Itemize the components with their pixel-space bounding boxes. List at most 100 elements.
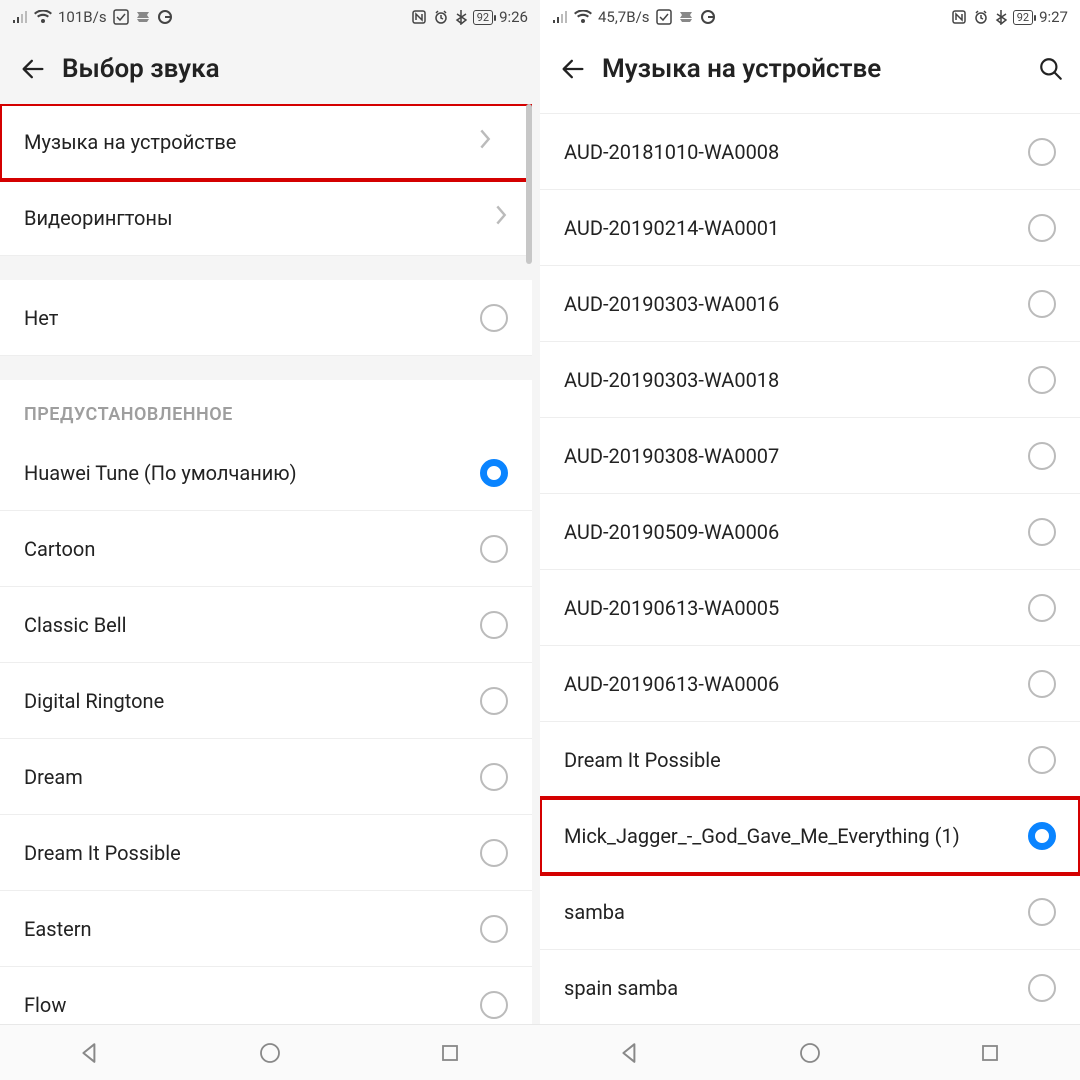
track-row[interactable]: AUD-20190613-WA0006 <box>540 646 1080 722</box>
alarm-icon <box>973 9 989 25</box>
row-label: AUD-20190613-WA0005 <box>564 596 1028 620</box>
section-gap <box>0 256 532 280</box>
radio-unselected[interactable] <box>480 763 508 791</box>
track-row[interactable]: AUD-20190303-WA0016 <box>540 266 1080 342</box>
app-bar: Музыка на устройстве <box>540 34 1080 104</box>
battery-icon: 92 <box>473 10 493 25</box>
radio-unselected[interactable] <box>480 687 508 715</box>
track-row[interactable]: AUD-20181010-WA0008 <box>540 114 1080 190</box>
row-none[interactable]: Нет <box>0 280 532 356</box>
net-speed: 45,7B/s <box>598 8 650 26</box>
radio-unselected[interactable] <box>480 611 508 639</box>
back-button[interactable] <box>556 52 590 86</box>
nav-recent-button[interactable] <box>975 1038 1005 1068</box>
nav-back-button[interactable] <box>75 1038 105 1068</box>
preset-row[interactable]: Huawei Tune (По умолчанию) <box>0 435 532 511</box>
nav-recent-button[interactable] <box>435 1038 465 1068</box>
nav-back-button[interactable] <box>615 1038 645 1068</box>
signal-icon <box>12 10 28 24</box>
nav-home-button[interactable] <box>795 1038 825 1068</box>
radio-unselected[interactable] <box>480 535 508 563</box>
nav-home-button[interactable] <box>255 1038 285 1068</box>
preset-row[interactable]: Cartoon <box>0 511 532 587</box>
preset-row[interactable]: Digital Ringtone <box>0 663 532 739</box>
app-bar: Выбор звука <box>0 34 540 104</box>
track-row[interactable]: spain samba <box>540 950 1080 1024</box>
preset-row[interactable]: Eastern <box>0 891 532 967</box>
row-label: AUD-20190308-WA0007 <box>564 444 1028 468</box>
scrollbar[interactable] <box>526 104 532 1024</box>
preset-row[interactable]: Dream <box>0 739 532 815</box>
radio-unselected[interactable] <box>480 839 508 867</box>
track-row[interactable]: Mick_Jagger_-_God_Gave_Me_Everything (1) <box>540 798 1080 874</box>
search-button[interactable] <box>1034 52 1068 86</box>
phone-left: 101B/s 92 9:26 Выбор звука Музыка на уст… <box>0 0 540 1080</box>
wifi-icon <box>34 10 52 24</box>
row-label: spain samba <box>564 976 1028 1000</box>
radio-unselected[interactable] <box>1028 898 1056 926</box>
section-header-presets: ПРЕДУСТАНОВЛЕННОЕ <box>0 380 532 435</box>
list-top-edge <box>540 104 1080 114</box>
app-icon-1 <box>656 9 672 25</box>
row-label: Dream It Possible <box>564 748 1028 772</box>
row-label: Classic Bell <box>24 613 480 637</box>
radio-unselected[interactable] <box>480 991 508 1019</box>
battery-icon: 92 <box>1013 10 1033 25</box>
preset-row[interactable]: Classic Bell <box>0 587 532 663</box>
app-icon-1 <box>113 9 129 25</box>
status-bar: 45,7B/s 92 9:27 <box>540 0 1080 34</box>
scrollbar-thumb[interactable] <box>526 104 532 264</box>
radio-unselected[interactable] <box>1028 594 1056 622</box>
wifi-icon <box>574 10 592 24</box>
section-gap <box>0 356 532 380</box>
radio-unselected[interactable] <box>1028 214 1056 242</box>
radio-unselected[interactable] <box>1028 442 1056 470</box>
radio-unselected[interactable] <box>1028 518 1056 546</box>
radio-selected[interactable] <box>1028 822 1056 850</box>
radio-unselected[interactable] <box>480 915 508 943</box>
chevron-right-icon <box>494 204 508 231</box>
radio-unselected[interactable] <box>1028 290 1056 318</box>
radio-unselected[interactable] <box>1028 366 1056 394</box>
row-label: samba <box>564 900 1028 924</box>
preset-row[interactable]: Flow <box>0 967 532 1024</box>
track-row[interactable]: AUD-20190509-WA0006 <box>540 494 1080 570</box>
radio-unselected[interactable] <box>1028 746 1056 774</box>
row-music-on-device[interactable]: Музыка на устройстве <box>0 104 532 180</box>
row-label: AUD-20190303-WA0018 <box>564 368 1028 392</box>
app-icon-2 <box>678 9 694 25</box>
track-row[interactable]: Dream It Possible <box>540 722 1080 798</box>
page-title: Выбор звука <box>62 54 528 84</box>
nav-bar <box>540 1024 1080 1080</box>
row-label: Digital Ringtone <box>24 689 480 713</box>
back-button[interactable] <box>16 52 50 86</box>
track-row[interactable]: AUD-20190308-WA0007 <box>540 418 1080 494</box>
radio-unselected[interactable] <box>1028 670 1056 698</box>
row-label: Dream It Possible <box>24 841 480 865</box>
preset-row[interactable]: Dream It Possible <box>0 815 532 891</box>
radio-unselected[interactable] <box>1028 974 1056 1002</box>
nfc-icon <box>411 9 427 25</box>
row-label: Dream <box>24 765 480 789</box>
row-label: AUD-20190613-WA0006 <box>564 672 1028 696</box>
radio-unselected[interactable] <box>480 304 508 332</box>
track-row[interactable]: AUD-20190613-WA0005 <box>540 570 1080 646</box>
app-icon-2 <box>135 9 151 25</box>
track-row[interactable]: AUD-20190214-WA0001 <box>540 190 1080 266</box>
row-label: AUD-20190303-WA0016 <box>564 292 1028 316</box>
track-row[interactable]: AUD-20190303-WA0018 <box>540 342 1080 418</box>
track-row[interactable]: samba <box>540 874 1080 950</box>
row-label: Нет <box>24 306 480 330</box>
google-icon <box>700 9 716 25</box>
nav-bar <box>0 1024 540 1080</box>
radio-selected[interactable] <box>480 459 508 487</box>
row-label: Huawei Tune (По умолчанию) <box>24 461 480 485</box>
page-title: Музыка на устройстве <box>602 54 1034 84</box>
row-video-ringtones[interactable]: Видеорингтоны <box>0 180 532 256</box>
net-speed: 101B/s <box>58 8 107 26</box>
radio-unselected[interactable] <box>1028 138 1056 166</box>
row-label: AUD-20190214-WA0001 <box>564 216 1028 240</box>
row-label: Музыка на устройстве <box>24 130 478 154</box>
nfc-icon <box>951 9 967 25</box>
bluetooth-icon <box>455 9 467 25</box>
